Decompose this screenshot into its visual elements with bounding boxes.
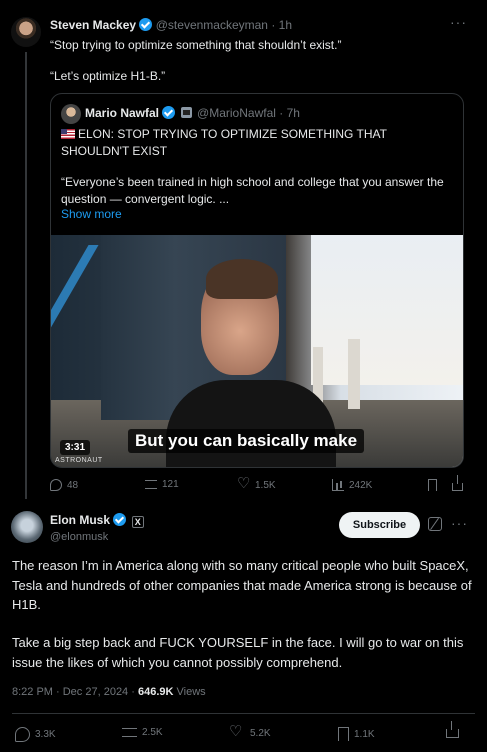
quote-headline: ELON: STOP TRYING TO OPTIMIZE SOMETHING … (61, 126, 456, 160)
video-player[interactable]: But you can basically make 3:31 ASTRONAU… (51, 235, 463, 467)
quote-body: “Everyone’s been trained in high school … (61, 175, 444, 206)
post-time[interactable]: 1h (279, 18, 292, 32)
like-count: 5.2K (250, 727, 271, 739)
views-button[interactable]: 242K (332, 479, 372, 491)
reply-icon (50, 479, 62, 491)
dot-separator: · (279, 106, 284, 120)
grok-icon[interactable] (428, 517, 442, 531)
subscribe-button[interactable]: Subscribe (339, 512, 420, 538)
us-flag-icon (61, 129, 75, 139)
main-paragraph-1: The reason I’m in America along with so … (12, 558, 472, 612)
x-affiliate-badge-icon: X (131, 516, 144, 528)
reply-icon (15, 727, 30, 742)
reply-text-line1: “Stop trying to optimize something that … (50, 38, 342, 52)
avatar-mario-nawfal[interactable] (61, 104, 81, 124)
repost-icon (122, 728, 137, 737)
share-icon (452, 475, 463, 491)
share-button[interactable] (446, 721, 459, 738)
post-meta: 8:22 PM · Dec 27, 2024 · 646.9K Views (12, 686, 206, 698)
bookmark-button[interactable] (428, 479, 437, 491)
repost-icon (145, 480, 157, 489)
video-watermark: ASTRONAUT (55, 457, 103, 464)
like-count: 1.5K (255, 479, 276, 491)
person-hair (206, 259, 278, 299)
main-author-handle[interactable]: @elonmusk (50, 531, 108, 543)
post-timestamp[interactable]: 8:22 PM · Dec 27, 2024 (12, 686, 128, 698)
like-button[interactable]: 1.5K (237, 474, 276, 492)
heart-icon (237, 474, 250, 492)
divider (12, 713, 475, 714)
like-button[interactable]: 5.2K (229, 722, 271, 740)
author-name[interactable]: Steven Mackey (50, 18, 136, 32)
quote-headline-text: ELON: STOP TRYING TO OPTIMIZE SOMETHING … (61, 127, 387, 158)
bookmark-icon (338, 727, 349, 741)
bookmark-count: 1.1K (354, 728, 375, 740)
more-options-icon[interactable]: ··· (451, 515, 468, 531)
views-count: 242K (349, 479, 373, 491)
more-options-icon[interactable]: ··· (450, 14, 467, 30)
main-author-header: Elon Musk X (50, 513, 144, 528)
verified-icon (113, 513, 127, 526)
show-more-link[interactable]: Show more (61, 206, 122, 223)
dot-separator: · (271, 18, 276, 32)
reply-tweet: Steven Mackey @stevenmackeyman · 1h ··· … (0, 0, 487, 500)
repost-count: 2.5K (142, 727, 163, 738)
reply-text-line2: “Let’s optimize H1-B.” (50, 69, 166, 83)
share-button[interactable] (452, 475, 463, 491)
reply-header: Steven Mackey @stevenmackeyman · 1h (50, 18, 292, 32)
author-handle[interactable]: @stevenmackeyman (156, 18, 268, 32)
bookmark-icon (428, 479, 437, 491)
heart-icon (229, 722, 245, 740)
person-body (166, 380, 336, 467)
video-duration-badge: 3:31 (60, 440, 91, 455)
affiliate-badge-icon (180, 107, 192, 118)
quote-post-time[interactable]: 7h (287, 106, 300, 120)
quote-header: Mario Nawfal @MarioNawfal · 7h (85, 106, 300, 120)
avatar-elon-musk[interactable] (11, 511, 43, 543)
verified-icon (162, 106, 176, 119)
main-paragraph-2: Take a big step back and FUCK YOURSELF i… (12, 635, 464, 670)
quote-author-handle[interactable]: @MarioNawfal (197, 106, 276, 120)
verified-icon (139, 18, 153, 31)
dot-separator: · (131, 686, 138, 698)
bookmark-button[interactable]: 1.1K (338, 727, 375, 741)
thread-line (25, 52, 27, 499)
repost-button[interactable]: 2.5K (122, 727, 163, 738)
views-label: Views (176, 686, 206, 698)
avatar-steven-mackey[interactable] (11, 17, 41, 47)
reply-count: 48 (67, 479, 79, 491)
share-icon (446, 721, 459, 738)
quoted-tweet-card[interactable]: Mario Nawfal @MarioNawfal · 7h ELON: STO… (50, 93, 464, 468)
reply-count: 3.3K (35, 729, 56, 740)
main-author-name[interactable]: Elon Musk (50, 513, 110, 527)
repost-count: 121 (162, 479, 179, 490)
reply-button[interactable]: 3.3K (15, 727, 56, 742)
views-count: 646.9K (137, 686, 174, 698)
video-subtitle: But you can basically make (128, 429, 365, 453)
reply-button[interactable]: 48 (50, 479, 78, 491)
quote-author-name[interactable]: Mario Nawfal (85, 106, 159, 120)
views-icon (332, 479, 344, 491)
repost-button[interactable]: 121 (145, 479, 179, 490)
video-rocket (348, 339, 360, 409)
